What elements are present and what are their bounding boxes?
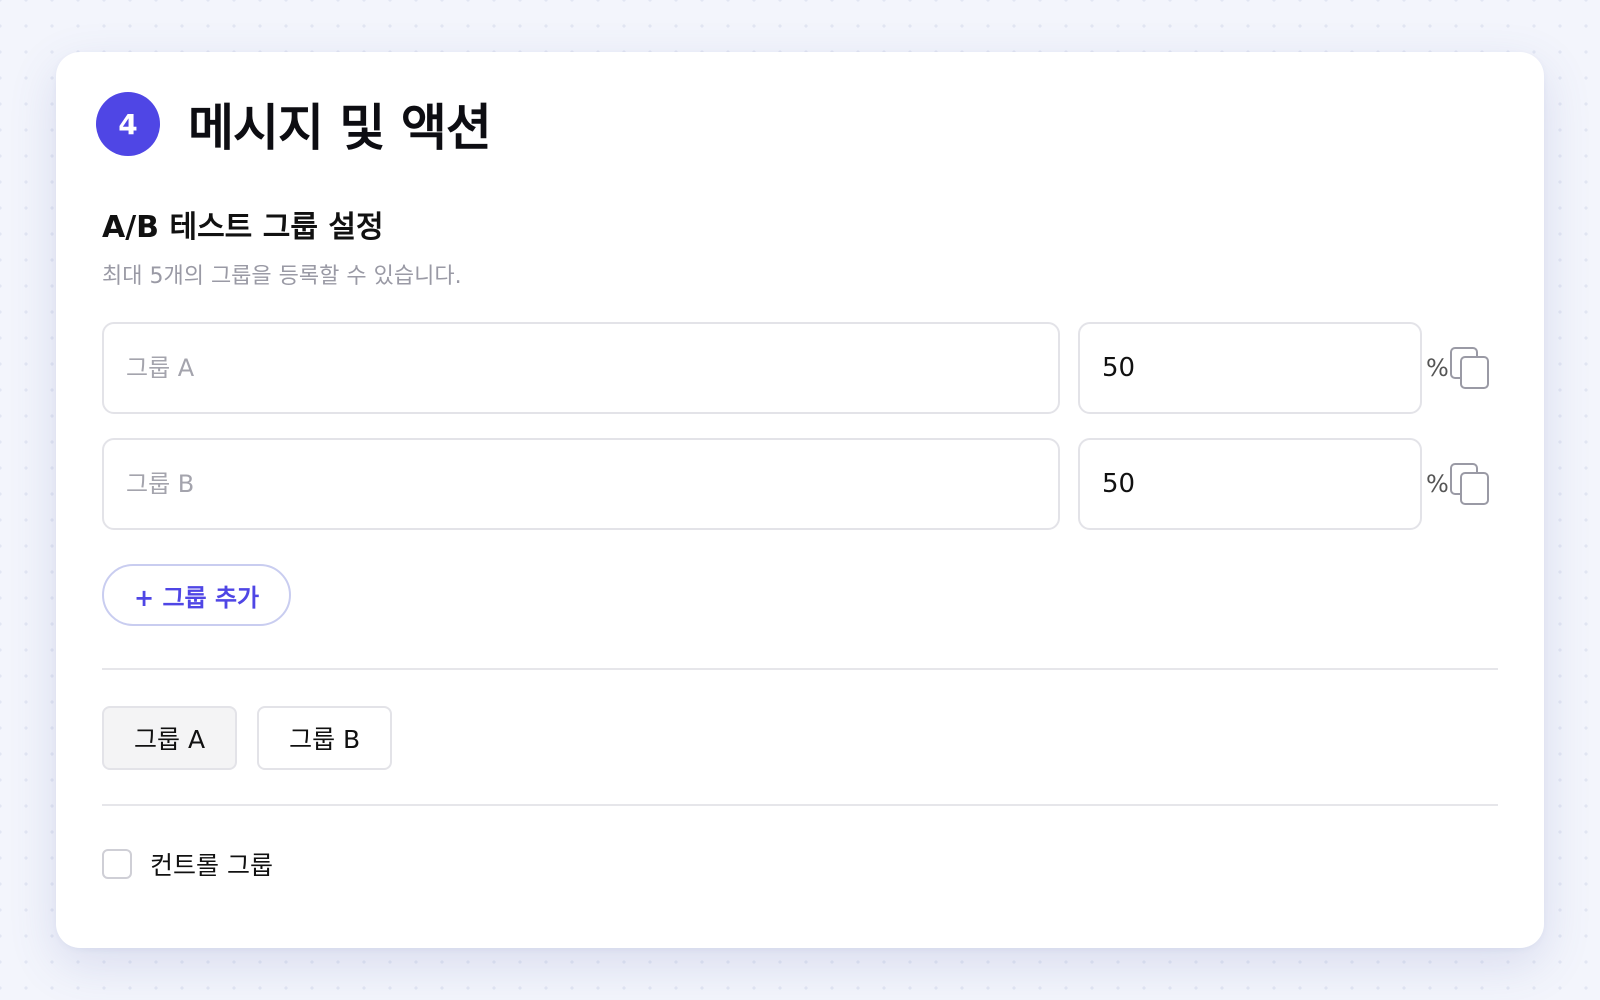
tab-group-b[interactable]: 그룹 B xyxy=(257,706,393,770)
group-percent-field-a: % xyxy=(1078,322,1449,414)
group-row-b: % xyxy=(102,438,1502,530)
step-header: 4 메시지 및 액션 xyxy=(96,88,492,160)
ab-test-section-description: 최대 5개의 그룹을 등록할 수 있습니다. xyxy=(102,264,462,289)
copy-icon xyxy=(1450,463,1489,505)
control-group-label: 컨트롤 그룹 xyxy=(150,851,273,880)
group-percent-field-b: % xyxy=(1078,438,1449,530)
ab-test-section-title: A/B 테스트 그룹 설정 xyxy=(102,210,384,245)
step-title: 메시지 및 액션 xyxy=(188,99,492,157)
group-tabs: 그룹 A 그룹 B xyxy=(102,706,412,770)
group-name-input-b[interactable] xyxy=(102,438,1060,530)
group-percent-input-a[interactable] xyxy=(1102,353,1426,383)
group-row-a: % xyxy=(102,322,1502,414)
divider xyxy=(102,804,1498,806)
copy-group-b-button[interactable] xyxy=(1446,460,1494,508)
step-number-badge: 4 xyxy=(96,92,160,156)
add-group-button[interactable]: + 그룹 추가 xyxy=(102,564,292,626)
control-group-row: 컨트롤 그룹 xyxy=(102,846,273,882)
tab-group-a[interactable]: 그룹 A xyxy=(102,706,238,770)
control-group-checkbox[interactable] xyxy=(102,849,132,879)
copy-icon xyxy=(1450,347,1489,389)
divider xyxy=(102,668,1498,670)
copy-group-a-button[interactable] xyxy=(1446,344,1494,392)
group-name-input-a[interactable] xyxy=(102,322,1060,414)
message-action-card: 4 메시지 및 액션 A/B 테스트 그룹 설정 최대 5개의 그룹을 등록할 … xyxy=(56,52,1544,948)
group-percent-input-b[interactable] xyxy=(1102,469,1426,499)
